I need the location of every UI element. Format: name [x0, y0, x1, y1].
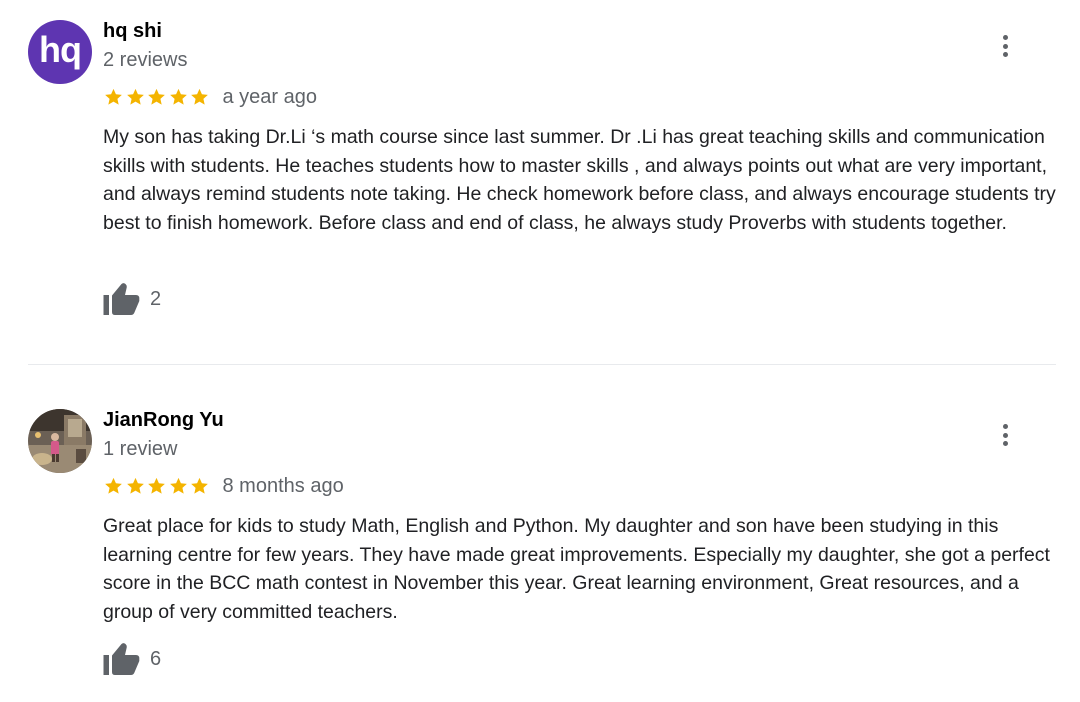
star-icon [148, 477, 165, 494]
thumbs-up-icon [103, 283, 140, 315]
star-rating [103, 87, 211, 107]
star-icon [169, 88, 187, 105]
reviewer-name[interactable]: hq shi [103, 20, 162, 43]
more-options-button[interactable] [990, 31, 1020, 61]
star-icon [148, 88, 165, 105]
star-icon [105, 88, 122, 105]
review-time: 8 months ago [222, 474, 344, 497]
reviewer-avatar[interactable]: hq [28, 20, 92, 84]
more-options-button[interactable] [990, 420, 1020, 450]
star-rating [103, 476, 211, 496]
more-vert-icon-dot [1002, 432, 1008, 438]
like-count: 6 [150, 647, 162, 670]
review-card: hq hq shi 2 reviews a year ago My son ha… [0, 0, 1080, 364]
thumbs-up-icon [103, 643, 140, 675]
avatar-photo [28, 409, 92, 473]
reviewer-review-count[interactable]: 1 review [103, 438, 177, 461]
star-icon [191, 477, 208, 494]
review-card: JianRong Yu 1 review 8 months ago Great … [0, 364, 1080, 702]
more-vert-icon-dot [1002, 43, 1008, 49]
like-count: 2 [150, 287, 162, 310]
reviewer-avatar[interactable] [28, 409, 92, 473]
like-button[interactable]: 6 [103, 642, 161, 676]
like-button[interactable]: 2 [103, 282, 161, 316]
star-icon [169, 477, 187, 494]
more-vert-icon-dot [1002, 440, 1008, 446]
more-vert-icon [1002, 35, 1008, 41]
star-icon [126, 477, 144, 494]
reviewer-name[interactable]: JianRong Yu [103, 409, 224, 432]
star-icon [191, 88, 208, 105]
rating-row: a year ago [103, 84, 317, 110]
review-text: Great place for kids to study Math, Engl… [103, 515, 1050, 623]
rating-row: 8 months ago [103, 473, 344, 499]
avatar-initials: hq [39, 29, 82, 70]
more-vert-icon-dot [1002, 51, 1008, 57]
star-icon [126, 88, 144, 105]
reviewer-review-count[interactable]: 2 reviews [103, 49, 187, 72]
review-time: a year ago [222, 85, 318, 108]
star-icon [105, 477, 122, 494]
review-text: My son has taking Dr.Li ‘s math course s… [103, 126, 1056, 234]
more-vert-icon [1002, 424, 1008, 430]
